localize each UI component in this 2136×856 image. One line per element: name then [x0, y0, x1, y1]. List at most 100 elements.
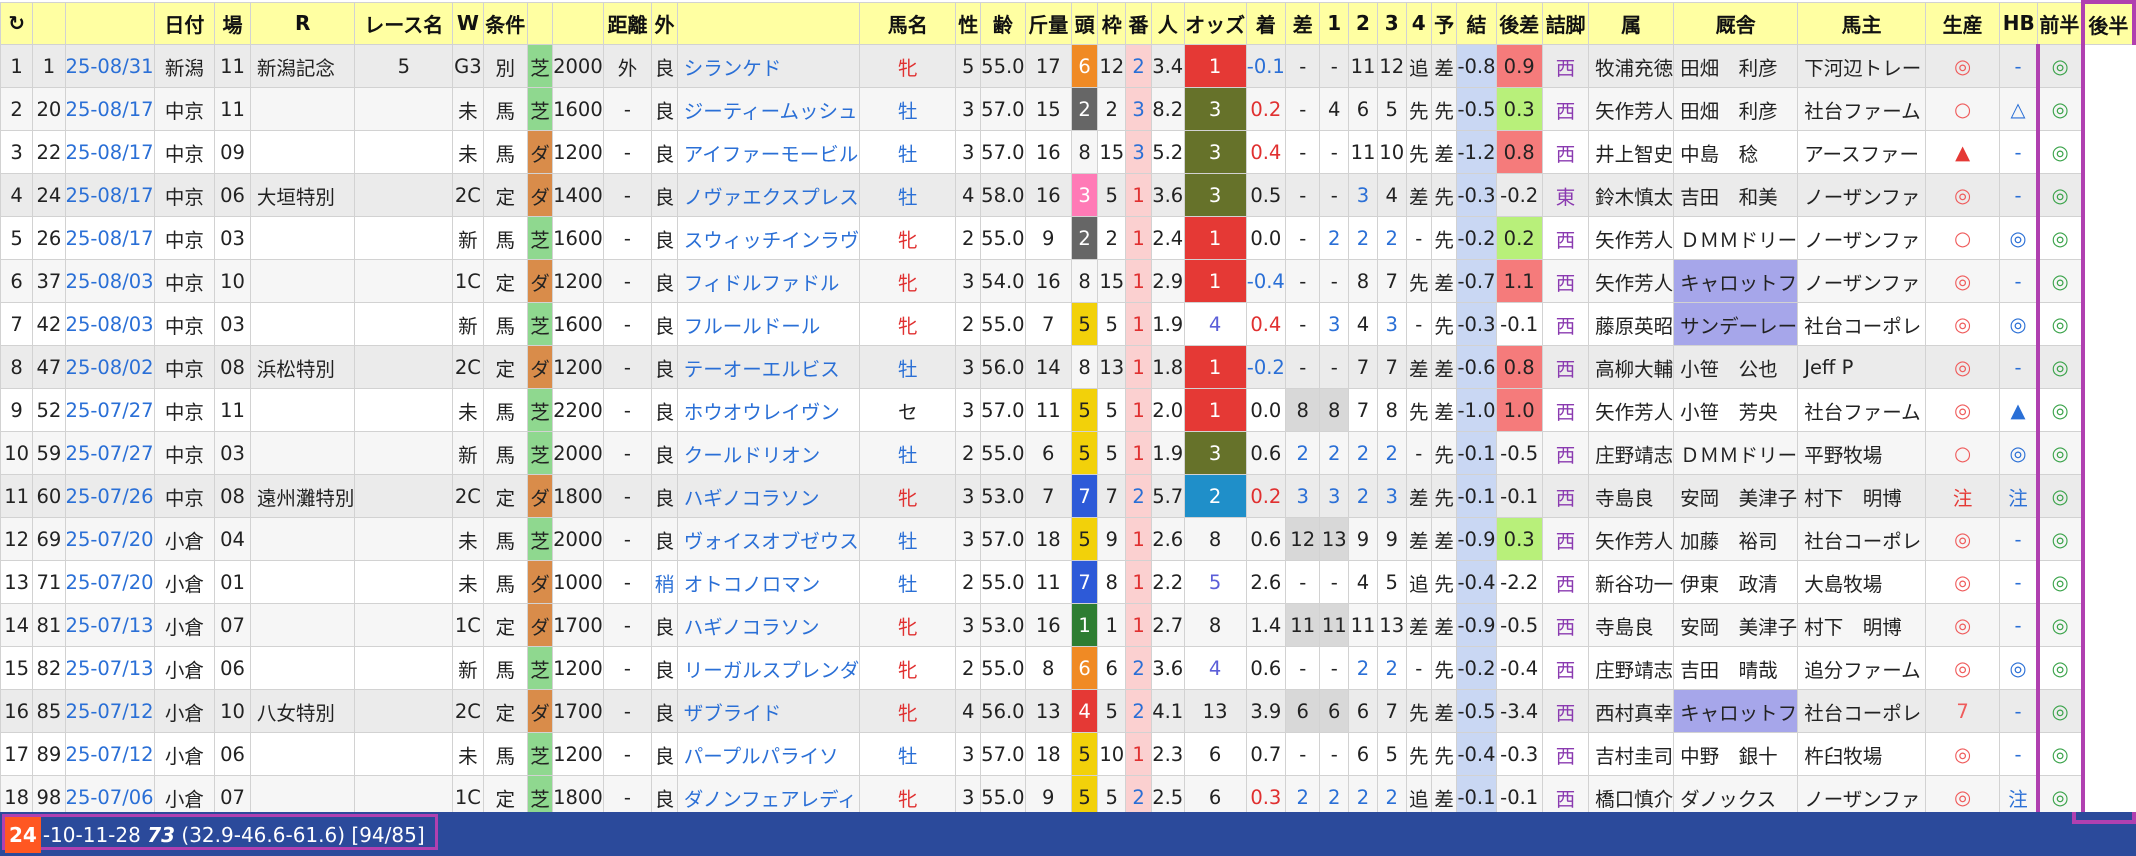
- header-c2[interactable]: 2: [1348, 1, 1378, 45]
- date-link[interactable]: 25-08/03: [64, 259, 155, 303]
- date-link[interactable]: 25-08/17: [64, 216, 155, 260]
- date-link[interactable]: 25-07/20: [64, 560, 155, 604]
- date-link[interactable]: 25-07/26: [64, 474, 155, 518]
- table-row[interactable]: 6 37 25-08/03 中京 10 1C 定ダ 1200- 良フィドルファドル牝 3 54.0 1…: [0, 259, 2135, 303]
- horse-link[interactable]: ノヴァエクスプレス: [676, 173, 861, 217]
- header-race-name[interactable]: レース名: [354, 1, 454, 45]
- date-link[interactable]: 25-07/27: [64, 431, 155, 475]
- table-row[interactable]: 11 60 25-07/26 中京 08 遠州灘特別 2C 定ダ 1800- 良ハギノコラソン牝 3…: [0, 474, 2135, 518]
- date-link[interactable]: 25-08/17: [64, 130, 155, 174]
- header-kohan[interactable]: 後半: [2080, 0, 2136, 45]
- table-row[interactable]: 14 81 25-07/13 小倉 07 1C 定ダ 1700- 良ハギノコラソン牝 3 53.0 1…: [0, 603, 2135, 647]
- header-weight[interactable]: 斤量: [1024, 1, 1072, 45]
- header-race-no[interactable]: R: [249, 1, 356, 45]
- date-link[interactable]: 25-08/17: [64, 173, 155, 217]
- horse-link[interactable]: テーオーエルビス: [676, 345, 861, 389]
- header-c3[interactable]: 3: [1376, 1, 1407, 45]
- header-kosa[interactable]: 後差: [1495, 1, 1543, 45]
- header-date[interactable]: 日付: [153, 1, 216, 45]
- horse-link[interactable]: ホウオウレイヴン: [676, 388, 861, 432]
- header-venue[interactable]: 場: [214, 1, 251, 45]
- table-row[interactable]: 3 22 25-08/17 中京 09 未馬ダ 1200- 良アイファーモービル牡 3 57.0 1…: [0, 130, 2135, 174]
- date-link[interactable]: 25-07/13: [64, 646, 155, 690]
- heads: 16: [1024, 603, 1072, 647]
- horse-link[interactable]: クールドリオン: [676, 431, 861, 475]
- waku: 6: [1070, 646, 1099, 690]
- table-row[interactable]: 12 69 25-07/20 小倉 04 未馬芝 2000- 良ヴォイスオブゼウス牡 3 57.0…: [0, 517, 2135, 561]
- header-c4[interactable]: 4: [1405, 1, 1432, 45]
- header-owner[interactable]: 馬主: [1797, 1, 1926, 45]
- date-link[interactable]: 25-07/12: [64, 689, 155, 733]
- header-dist[interactable]: 距離: [602, 1, 653, 45]
- header-zenhan[interactable]: 前半: [2037, 1, 2084, 45]
- table-row[interactable]: 17 89 25-07/12 小倉 06 未馬芝 1200- 良パープルパライソ牡 3 57.0 1…: [0, 732, 2135, 776]
- date-link[interactable]: 25-07/13: [64, 603, 155, 647]
- table-row[interactable]: 4 24 25-08/17 中京 06 大垣特別 2C 定ダ 1400- 良ノヴァエクスプレス牡 4…: [0, 173, 2135, 217]
- horse-link[interactable]: スウィッチインラヴ: [676, 216, 861, 260]
- cond: 馬: [482, 517, 528, 561]
- header-odds[interactable]: オッズ: [1183, 1, 1247, 45]
- horse-link[interactable]: オトコノロマン: [676, 560, 861, 604]
- table-row[interactable]: 9 52 25-07/27 中京 11 未馬芝 2200- 良ホウオウレイヴンセ 3 57.0 11…: [0, 388, 2135, 432]
- header-breeder[interactable]: 生産: [1924, 1, 2001, 45]
- weight: 55.0: [980, 431, 1026, 475]
- table-row[interactable]: 8 47 25-08/02 中京 08 浜松特別 2C 定ダ 1200- 良テーオーエルビス牡 3 5…: [0, 345, 2135, 389]
- header-w[interactable]: W: [452, 1, 484, 45]
- table-row[interactable]: 18 98 25-07/06 小倉 07 1C 定芝 1800- 良ダノンフェアレディ牝 3 55.…: [0, 775, 2135, 812]
- date-link[interactable]: 25-07/06: [64, 775, 155, 812]
- table-row[interactable]: 16 85 25-07/12 小倉 10 八女特別 2C 定ダ 1700- 良ザブライド牝 4 56.…: [0, 689, 2135, 733]
- header-horse[interactable]: 馬名: [859, 1, 957, 45]
- table-row[interactable]: 2 20 25-08/17 中京 11 未馬芝 1600- 良ジーティームッシュ牡 3 57.0 1…: [0, 87, 2135, 131]
- race-name: 遠州灘特別: [249, 474, 356, 518]
- horse-link[interactable]: ハギノコラソン: [676, 603, 861, 647]
- horse-link[interactable]: ザブライド: [676, 689, 861, 733]
- table-row[interactable]: 5 26 25-08/17 中京 03 新馬芝 1600- 良スウィッチインラヴ牝 2 55.0 9…: [0, 216, 2135, 260]
- horse-link[interactable]: ヴォイスオブゼウス: [676, 517, 861, 561]
- header-chaku[interactable]: 着: [1245, 1, 1287, 45]
- outer: -: [602, 216, 653, 260]
- date-link[interactable]: 25-07/12: [64, 732, 155, 776]
- horse-link[interactable]: ダノンフェアレディ: [676, 775, 861, 812]
- header-tsume[interactable]: 詰脚: [1541, 1, 1590, 45]
- header-ketsu[interactable]: 結: [1456, 1, 1497, 45]
- date-link[interactable]: 25-08/31: [64, 44, 155, 88]
- corner-2: -: [1319, 345, 1350, 389]
- kosa: -0.2: [1456, 646, 1497, 690]
- reload-icon[interactable]: ↻: [0, 1, 34, 45]
- table-row[interactable]: 7 42 25-08/03 中京 03 新馬芝 1600- 良フルールドール牝 2 55.0 7 5 5…: [0, 302, 2135, 346]
- header-trainer[interactable]: 厩舎: [1673, 1, 1799, 45]
- header-heads[interactable]: 頭: [1070, 1, 1099, 45]
- header-c1[interactable]: 1: [1319, 1, 1350, 45]
- header-hb[interactable]: HB: [1999, 1, 2039, 45]
- date-link[interactable]: 25-08/02: [64, 345, 155, 389]
- race-no: 07: [214, 775, 251, 812]
- header-umaban[interactable]: 番: [1125, 1, 1152, 45]
- header-nin[interactable]: 人: [1150, 1, 1185, 45]
- date-link[interactable]: 25-07/20: [64, 517, 155, 561]
- header-sex[interactable]: 性: [955, 1, 982, 45]
- header-yo[interactable]: 予: [1430, 1, 1458, 45]
- date-link[interactable]: 25-07/27: [64, 388, 155, 432]
- header-sa[interactable]: 差: [1285, 1, 1321, 45]
- horse-link[interactable]: リーガルスプレンダ: [676, 646, 861, 690]
- date-link[interactable]: 25-08/17: [64, 87, 155, 131]
- race-name: [249, 517, 356, 561]
- table-row[interactable]: 10 59 25-07/27 中京 03 新馬芝 2000- 良クールドリオン牡 2 55.0 6 5…: [0, 431, 2135, 475]
- header-zoku[interactable]: 属: [1588, 1, 1675, 45]
- horse-link[interactable]: ジーティームッシュ: [676, 87, 861, 131]
- horse-link[interactable]: ハギノコラソン: [676, 474, 861, 518]
- horse-link[interactable]: フルールドール: [676, 302, 861, 346]
- header-waku[interactable]: 枠: [1097, 1, 1127, 45]
- horse-link[interactable]: パープルパライソ: [676, 732, 861, 776]
- table-row[interactable]: 1 1 25-08/31 新潟 11 新潟記念 5 G3 別芝 2000 外良シランケド牝 5 55.0…: [0, 44, 2135, 88]
- horse-link[interactable]: フィドルファドル: [676, 259, 861, 303]
- horse-link[interactable]: アイファーモービル: [676, 130, 861, 174]
- horse-link[interactable]: シランケド: [676, 44, 861, 88]
- header-cond[interactable]: 条件: [482, 1, 528, 45]
- date-link[interactable]: 25-08/03: [64, 302, 155, 346]
- class: 新: [452, 431, 484, 475]
- header-outer[interactable]: 外: [651, 1, 678, 45]
- header-age[interactable]: 齢: [980, 1, 1026, 45]
- table-row[interactable]: 15 82 25-07/13 小倉 06 新馬芝 1200- 良リーガルスプレンダ牝 2 55.0…: [0, 646, 2135, 690]
- table-row[interactable]: 13 71 25-07/20 小倉 01 未馬ダ 1000- 稍オトコノロマン牡 2 55.0 11…: [0, 560, 2135, 604]
